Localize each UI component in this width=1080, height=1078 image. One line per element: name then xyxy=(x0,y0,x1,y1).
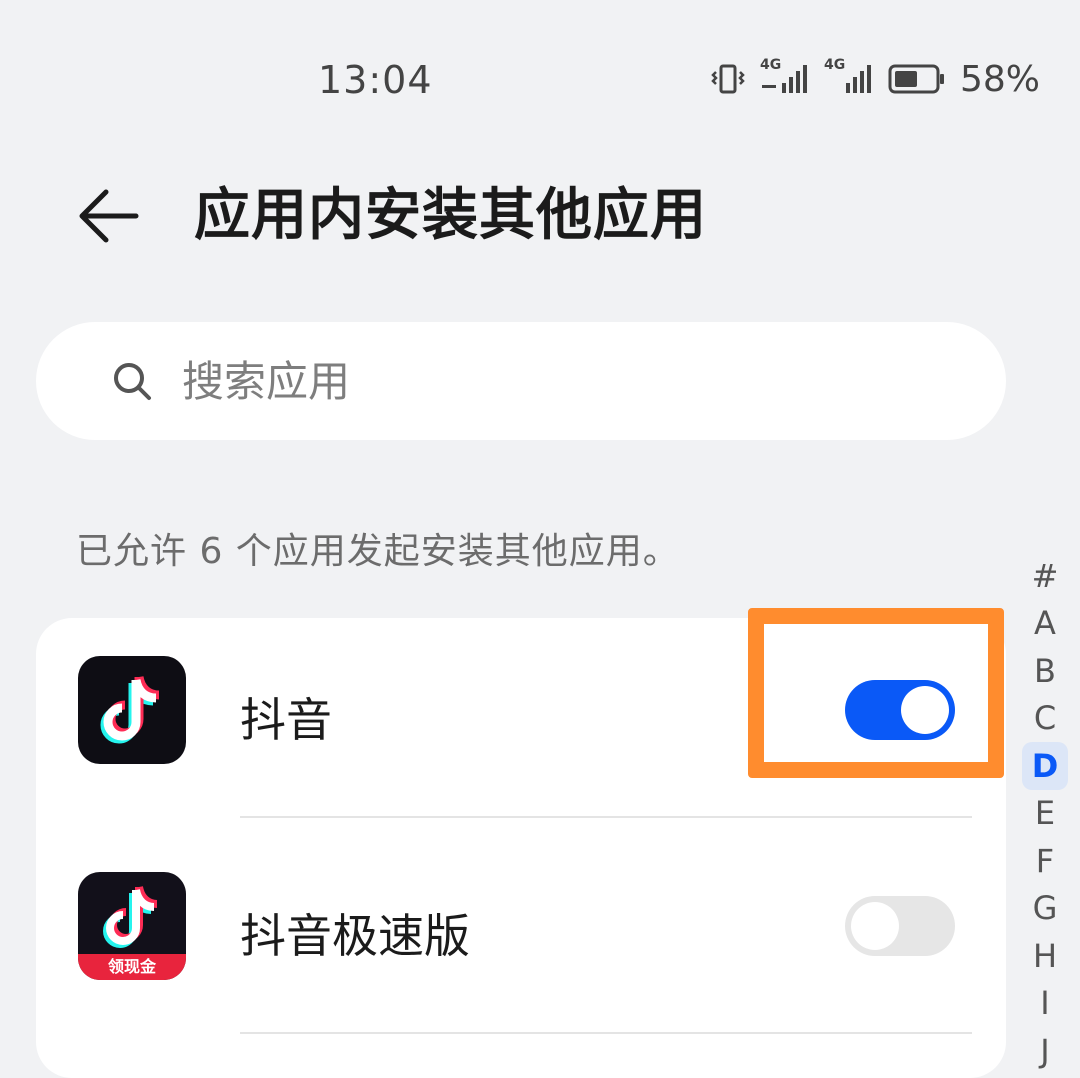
status-time: 13:04 xyxy=(318,58,433,102)
battery-percent: 58% xyxy=(959,58,1040,100)
alpha-index-a[interactable]: A xyxy=(1022,600,1068,648)
back-button[interactable] xyxy=(72,180,144,252)
search-icon xyxy=(114,363,151,400)
douyin-icon xyxy=(78,656,186,764)
search-bar[interactable] xyxy=(36,322,1006,440)
app-name: 抖音 xyxy=(240,693,332,747)
install-permission-toggle-douyin[interactable] xyxy=(845,680,955,740)
toggle-knob xyxy=(901,686,949,734)
cellular-signal-icon-1: 4G xyxy=(760,57,810,95)
install-permission-toggle-douyin-lite[interactable] xyxy=(845,896,955,956)
alpha-index-c[interactable]: C xyxy=(1022,695,1068,743)
app-row-douyin[interactable]: 抖音 xyxy=(36,618,1006,834)
alphabet-index[interactable]: # A B C D E F G H I J xyxy=(1022,552,1068,1075)
divider xyxy=(240,1032,972,1034)
alpha-index-e[interactable]: E xyxy=(1022,790,1068,838)
arrow-left-icon xyxy=(79,189,139,243)
alpha-index-j[interactable]: J xyxy=(1022,1027,1068,1075)
app-list: 抖音 领现金 抖音极速版 xyxy=(36,618,1006,1078)
alpha-index-h[interactable]: H xyxy=(1022,932,1068,980)
vibrate-icon xyxy=(711,64,745,94)
page-title: 应用内安装其他应用 xyxy=(194,183,707,248)
battery-icon xyxy=(888,64,944,94)
toggle-knob xyxy=(851,902,899,950)
alpha-index-b[interactable]: B xyxy=(1022,647,1068,695)
status-icons: 4G 4G 58% xyxy=(710,56,1040,102)
alpha-index-hash[interactable]: # xyxy=(1022,552,1068,600)
app-name: 抖音极速版 xyxy=(240,909,470,963)
alpha-index-d[interactable]: D xyxy=(1022,742,1068,790)
alpha-index-g[interactable]: G xyxy=(1022,885,1068,933)
allowed-summary: 已允许 6 个应用发起安装其他应用。 xyxy=(76,531,680,572)
cellular-signal-icon-2: 4G xyxy=(824,57,874,95)
divider xyxy=(240,816,972,818)
alpha-index-f[interactable]: F xyxy=(1022,837,1068,885)
search-input[interactable] xyxy=(180,355,884,407)
douyin-lite-icon: 领现金 xyxy=(78,872,186,980)
app-row-douyin-lite[interactable]: 领现金 抖音极速版 xyxy=(36,834,1006,1050)
app-badge: 领现金 xyxy=(78,954,186,980)
alpha-index-i[interactable]: I xyxy=(1022,980,1068,1028)
